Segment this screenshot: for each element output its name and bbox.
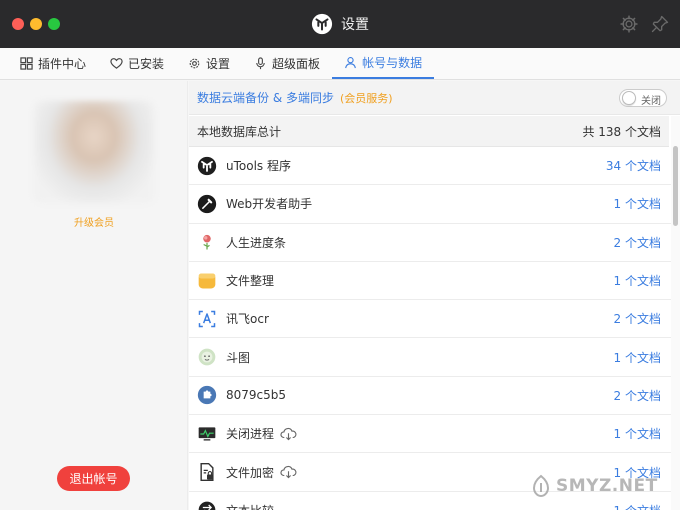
meme-face-icon bbox=[198, 348, 216, 366]
list-item[interactable]: uTools 程序 34 个文档 bbox=[189, 147, 671, 186]
logout-button[interactable]: 退出帐号 bbox=[57, 466, 130, 491]
list-item[interactable]: 讯飞ocr 2 个文档 bbox=[189, 300, 671, 339]
top-tabs: 插件中心 已安装 设置 超级面板 帐号与数据 bbox=[0, 48, 680, 80]
doc-count-link[interactable]: 1 个文档 bbox=[614, 349, 661, 366]
doc-count-link[interactable]: 1 个文档 bbox=[614, 195, 661, 212]
doc-count-link[interactable]: 1 个文档 bbox=[614, 425, 661, 442]
avatar[interactable] bbox=[34, 101, 154, 203]
settings-window: 设置 插件中心 已安装 设置 超级面板 帐号与数据 升级会员 退出帐号 数据云端… bbox=[0, 0, 680, 510]
tab-installed[interactable]: 已安装 bbox=[98, 48, 176, 79]
plugin-name: 人生进度条 bbox=[226, 235, 287, 250]
ocr-icon bbox=[198, 310, 216, 328]
gear-icon bbox=[189, 58, 200, 69]
upgrade-member-link[interactable]: 升级会员 bbox=[0, 214, 188, 229]
database-summary: 本地数据库总计 共 138 个文档 bbox=[189, 116, 669, 147]
title-bar: 设置 bbox=[0, 0, 680, 48]
plugin-name: 讯飞ocr bbox=[226, 312, 269, 327]
tab-label: 设置 bbox=[206, 57, 231, 71]
monitor-icon bbox=[198, 427, 216, 441]
list-item[interactable]: 8079c5b5 2 个文档 bbox=[189, 377, 671, 416]
list-scrollbar[interactable] bbox=[671, 116, 680, 510]
tab-label: 帐号与数据 bbox=[362, 56, 423, 70]
summary-total: 共 138 个文档 bbox=[582, 124, 661, 139]
account-panel: 升级会员 bbox=[0, 81, 188, 510]
pin-icon[interactable] bbox=[650, 14, 670, 34]
heart-icon bbox=[110, 58, 123, 69]
title-group: 设置 bbox=[0, 12, 680, 36]
plugin-name: Web开发者助手 bbox=[226, 197, 313, 212]
plugin-name: 关闭进程 bbox=[226, 427, 275, 442]
plugin-name: uTools 程序 bbox=[226, 159, 291, 174]
cloud-download-icon[interactable] bbox=[280, 427, 297, 441]
doc-count-link[interactable]: 34 个文档 bbox=[606, 157, 661, 174]
plugin-doc-list: uTools 程序 34 个文档 Web开发者助手 1 个文档 人生进度条 2 … bbox=[189, 147, 671, 510]
file-lock-icon bbox=[200, 462, 214, 482]
plugin-name: 斗图 bbox=[226, 350, 251, 365]
cloud-download-icon[interactable] bbox=[280, 465, 297, 479]
flower-icon bbox=[203, 235, 211, 250]
plugin-name: 文件加密 bbox=[226, 465, 275, 480]
doc-count-link[interactable]: 2 个文档 bbox=[614, 234, 661, 251]
tab-label: 已安装 bbox=[128, 57, 165, 71]
list-item[interactable]: 文件整理 1 个文档 bbox=[189, 262, 671, 301]
watermark-logo-icon bbox=[532, 474, 550, 498]
list-item[interactable]: 关闭进程 1 个文档 bbox=[189, 415, 671, 454]
mic-icon bbox=[256, 57, 265, 70]
doc-count-link[interactable]: 1 个文档 bbox=[614, 272, 661, 289]
gear-icon[interactable] bbox=[619, 14, 639, 34]
member-service-link[interactable]: (会员服务) bbox=[340, 90, 393, 106]
watermark-text: SMYZ.NET bbox=[556, 476, 658, 496]
tab-label: 插件中心 bbox=[38, 57, 87, 71]
plugin-name: 文本比较 bbox=[226, 502, 274, 510]
tab-super-panel[interactable]: 超级面板 bbox=[242, 48, 332, 79]
summary-label: 本地数据库总计 bbox=[197, 124, 282, 139]
folder-icon bbox=[198, 273, 216, 289]
list-item[interactable]: Web开发者助手 1 个文档 bbox=[189, 185, 671, 224]
doc-count-link[interactable]: 2 个文档 bbox=[614, 387, 661, 404]
list-item[interactable]: 人生进度条 2 个文档 bbox=[189, 224, 671, 262]
toggle-knob bbox=[622, 91, 636, 105]
data-panel: 数据云端备份 & 多端同步 (会员服务) 关闭 本地数据库总计 共 138 个文… bbox=[189, 81, 680, 510]
cloud-sync-bar: 数据云端备份 & 多端同步 (会员服务) 关闭 bbox=[189, 81, 680, 115]
puzzle-icon bbox=[197, 386, 217, 405]
utools-logo-icon bbox=[311, 13, 333, 35]
tab-label: 超级面板 bbox=[272, 57, 321, 71]
plugin-name: 文件整理 bbox=[226, 274, 275, 289]
tab-settings[interactable]: 设置 bbox=[176, 48, 242, 79]
grid-icon bbox=[20, 57, 33, 70]
plugin-name: 8079c5b5 bbox=[226, 388, 287, 403]
utools-logo-icon bbox=[197, 156, 217, 175]
sync-toggle[interactable]: 关闭 bbox=[619, 89, 667, 107]
tab-plugin-center[interactable]: 插件中心 bbox=[8, 48, 98, 79]
user-icon bbox=[345, 57, 356, 69]
compare-icon bbox=[198, 501, 216, 510]
window-title: 设置 bbox=[341, 17, 369, 33]
scrollbar-thumb[interactable] bbox=[673, 146, 678, 226]
toggle-label: 关闭 bbox=[641, 96, 661, 107]
tab-account-data[interactable]: 帐号与数据 bbox=[332, 48, 435, 79]
sync-title: 数据云端备份 & 多端同步 bbox=[197, 91, 334, 105]
doc-count-link[interactable]: 2 个文档 bbox=[614, 310, 661, 327]
web-dev-icon bbox=[197, 194, 217, 214]
doc-count-link[interactable]: 1 个文档 bbox=[614, 502, 661, 510]
list-item[interactable]: 斗图 1 个文档 bbox=[189, 338, 671, 377]
